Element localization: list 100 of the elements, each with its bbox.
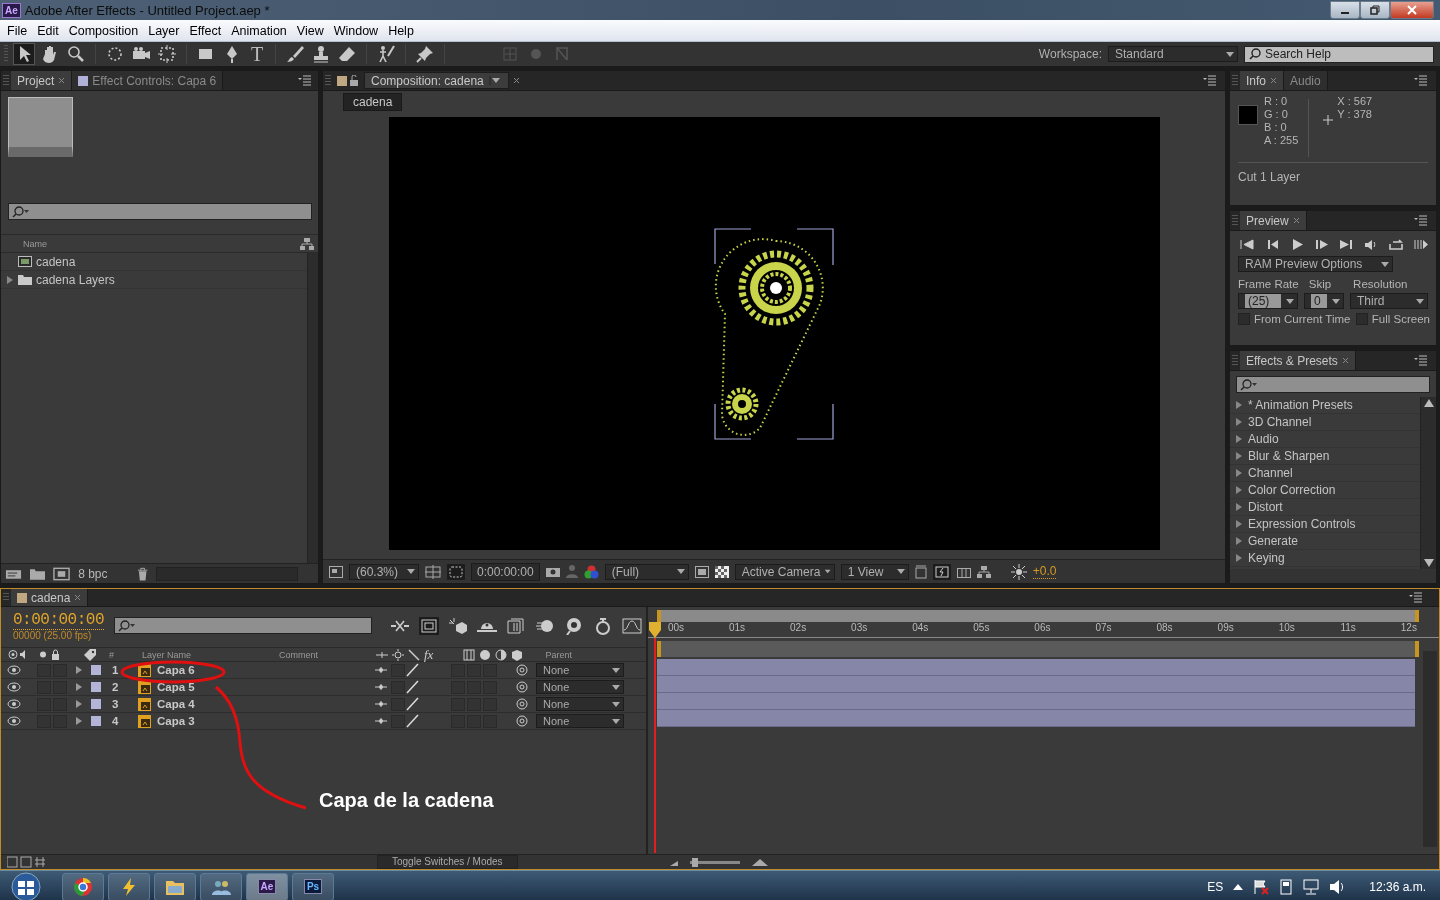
always-preview-icon[interactable]: [329, 565, 343, 578]
expand-arrow-icon[interactable]: [1236, 520, 1243, 528]
expand-arrow-icon[interactable]: [1236, 469, 1243, 477]
language-indicator[interactable]: ES: [1207, 879, 1224, 894]
parent-dropdown[interactable]: None: [536, 680, 624, 694]
shy-switch-icon[interactable]: [375, 666, 387, 674]
shy-switch-icon[interactable]: [375, 700, 387, 708]
layer-name[interactable]: Capa 3: [157, 715, 195, 727]
lock-icon[interactable]: [350, 75, 360, 86]
auto-keyframe-icon[interactable]: [593, 617, 613, 635]
scroll-down-icon[interactable]: [1423, 559, 1434, 567]
label-color-swatch[interactable]: [91, 716, 101, 726]
caret-icon[interactable]: [1225, 49, 1235, 59]
graph-editor-icon[interactable]: [622, 617, 642, 635]
exposure-icon[interactable]: [1010, 563, 1027, 580]
menu-item[interactable]: File: [2, 23, 33, 38]
live-update-icon[interactable]: [419, 617, 439, 635]
current-time[interactable]: 0:00:00:00: [13, 611, 104, 630]
volume-icon[interactable]: [1329, 878, 1346, 895]
pan-behind-icon[interactable]: [157, 44, 177, 64]
pick-whip-icon[interactable]: [516, 698, 528, 710]
resolution-dropdown[interactable]: (Full): [604, 563, 689, 580]
flowchart-icon[interactable]: [976, 564, 991, 579]
zoom-in-icon[interactable]: [751, 858, 768, 866]
panel-tab[interactable]: Info: [1240, 71, 1284, 90]
browser-icon[interactable]: [73, 876, 93, 897]
ram-preview-dropdown[interactable]: RAM Preview Options: [1238, 256, 1393, 272]
pixel-aspect-icon[interactable]: [914, 564, 927, 579]
close-button[interactable]: [1390, 1, 1434, 19]
panel-tab[interactable]: Preview: [1240, 211, 1307, 230]
panel-menu-icon[interactable]: [1203, 75, 1217, 86]
search-field[interactable]: [1236, 376, 1430, 393]
caret-icon[interactable]: [487, 76, 502, 85]
search-icon[interactable]: [1249, 48, 1261, 60]
eye-icon[interactable]: [7, 716, 21, 726]
layer-name[interactable]: Capa 6: [157, 664, 195, 676]
new-composition-icon[interactable]: [53, 566, 71, 581]
toggle-panes-icon[interactable]: [7, 856, 47, 868]
label-color-swatch[interactable]: [91, 699, 101, 709]
minimize-button[interactable]: [1330, 1, 1360, 19]
caret-icon[interactable]: [675, 567, 686, 576]
collapse-switch[interactable]: [391, 714, 405, 728]
exposure-value[interactable]: +0.0: [1032, 564, 1057, 579]
timeline-icon[interactable]: [956, 565, 971, 578]
taskbar-button[interactable]: [62, 872, 104, 900]
menu-item[interactable]: Help: [383, 23, 419, 38]
rgb-channels-icon[interactable]: [583, 564, 599, 579]
pick-whip-icon[interactable]: [516, 664, 528, 676]
effect-category[interactable]: Keying: [1248, 551, 1285, 565]
composition-swatch-icon[interactable]: [17, 592, 27, 603]
panel-tab[interactable]: Project: [11, 71, 73, 90]
caret-icon[interactable]: [824, 567, 832, 576]
playhead-marker-icon[interactable]: [648, 622, 662, 638]
taskbar-button[interactable]: [200, 872, 242, 900]
zoom-icon[interactable]: [66, 44, 86, 64]
menu-item[interactable]: View: [291, 23, 329, 38]
search-help-field[interactable]: Search Help: [1244, 45, 1434, 63]
parent-dropdown[interactable]: None: [536, 697, 624, 711]
first-frame-icon[interactable]: [1240, 239, 1254, 250]
menu-item[interactable]: Window: [328, 23, 384, 38]
menu-item[interactable]: Effect: [184, 23, 227, 38]
next-frame-icon[interactable]: [1314, 239, 1329, 250]
scroll-up-icon[interactable]: [1423, 399, 1434, 407]
label-color-swatch[interactable]: [91, 665, 101, 675]
zoom-slider-track[interactable]: [689, 860, 740, 864]
menu-item[interactable]: Animation: [226, 23, 292, 38]
collapse-switch[interactable]: [391, 663, 405, 677]
panel-menu-icon[interactable]: [1414, 355, 1428, 366]
text-tool[interactable]: T: [248, 42, 266, 66]
layer-name[interactable]: Capa 5: [157, 681, 195, 693]
pick-whip-icon[interactable]: [516, 715, 528, 727]
flowchart-icon[interactable]: [300, 236, 314, 251]
close-icon[interactable]: [512, 77, 520, 84]
effect-category[interactable]: Distort: [1248, 500, 1283, 514]
clone-stamp-icon[interactable]: [311, 44, 331, 64]
ram-preview-icon[interactable]: [1413, 239, 1428, 250]
expand-arrow-icon[interactable]: [1236, 435, 1243, 443]
panel-tab[interactable]: Effects & Presets: [1240, 351, 1356, 370]
panel-tab[interactable]: Audio: [1284, 71, 1328, 90]
panel-menu-icon[interactable]: [1414, 75, 1428, 86]
expand-arrow-icon[interactable]: [76, 666, 83, 674]
zoom-slider-thumb[interactable]: [691, 857, 698, 867]
magnification-dropdown[interactable]: (60.3%): [349, 563, 419, 580]
scrollbar[interactable]: [307, 253, 318, 563]
search-field[interactable]: [8, 203, 312, 220]
shy-switch-icon[interactable]: [375, 717, 387, 725]
search-icon[interactable]: [1240, 378, 1258, 391]
effect-category[interactable]: Generate: [1248, 534, 1299, 548]
taskbar-button[interactable]: Ae: [246, 872, 288, 900]
rotate-icon[interactable]: [105, 44, 125, 64]
effect-category[interactable]: * Animation Presets: [1248, 398, 1353, 412]
current-time-display[interactable]: 0:00:00:00: [471, 562, 540, 581]
power-icon[interactable]: [1279, 878, 1294, 895]
draft-3d-icon[interactable]: [448, 617, 468, 635]
expand-arrow-icon[interactable]: [1236, 418, 1243, 426]
caret-icon[interactable]: [895, 567, 906, 576]
caret-icon[interactable]: [1380, 259, 1390, 269]
layer-name[interactable]: Capa 4: [157, 698, 195, 710]
timeline-tab[interactable]: cadena: [11, 589, 89, 606]
scrollbar[interactable]: [1420, 397, 1436, 569]
